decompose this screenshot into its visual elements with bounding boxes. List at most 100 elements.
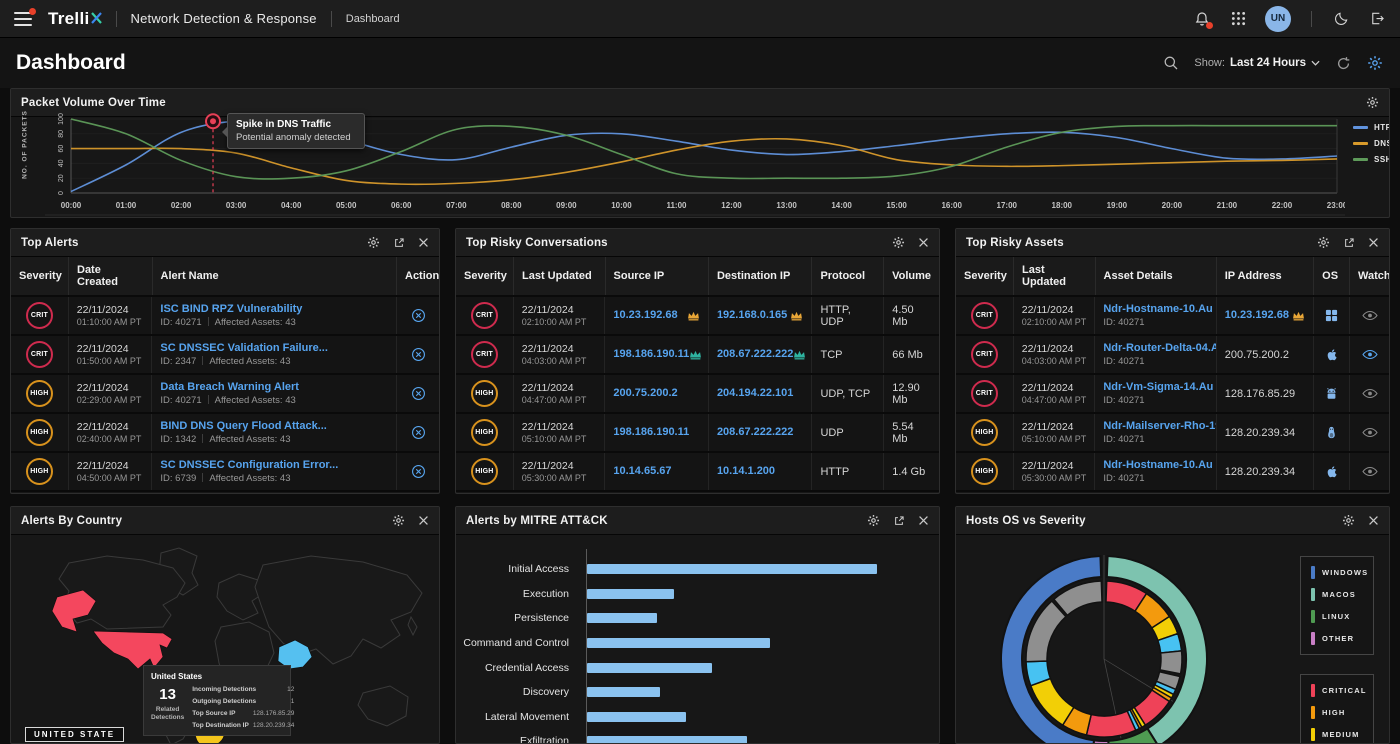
legend-item[interactable]: WINDOWS [1311, 566, 1363, 579]
table-row[interactable]: CRIT 22/11/202404:03:00 AM PT 198.186.19… [456, 336, 939, 375]
settings-icon[interactable] [1366, 96, 1379, 109]
trellix-logo[interactable]: Trelli [48, 9, 102, 29]
dismiss-alert-icon[interactable] [411, 347, 426, 362]
legend-item[interactable]: HTP [1353, 123, 1390, 132]
mitre-bar[interactable] [587, 564, 877, 574]
alert-name-link[interactable]: SC DNSSEC Validation Failure... [160, 342, 388, 355]
alert-name-link[interactable]: Data Breach Warning Alert [160, 381, 388, 394]
expand-icon[interactable] [893, 515, 905, 527]
table-row[interactable]: HIGH 22/11/202402:29:00 AM PT Data Breac… [11, 375, 439, 414]
legend-item[interactable]: MACOS [1311, 588, 1363, 601]
dismiss-alert-icon[interactable] [411, 308, 426, 323]
table-row[interactable]: HIGH 22/11/202402:40:00 AM PT BIND DNS Q… [11, 414, 439, 453]
notifications-bell-icon[interactable] [1193, 10, 1211, 28]
settings-icon[interactable] [1342, 514, 1355, 527]
legend-item[interactable]: OTHER [1311, 632, 1363, 645]
close-icon[interactable] [1368, 237, 1379, 248]
mitre-bar[interactable] [587, 638, 770, 648]
watch-eye-icon[interactable] [1362, 427, 1378, 438]
asset-name-link[interactable]: Ndr-Hostname-10.Au [1103, 303, 1207, 316]
destination-ip-link[interactable]: 208.67.222.222 [717, 348, 793, 361]
settings-icon[interactable] [867, 514, 880, 527]
close-icon[interactable] [1368, 515, 1379, 526]
table-row[interactable]: HIGH 22/11/202405:30:00 AM PT 10.14.65.6… [456, 453, 939, 492]
search-icon[interactable] [1162, 54, 1180, 72]
mitre-bar[interactable] [587, 663, 712, 673]
asset-name-link[interactable]: Ndr-Mailserver-Rho-19... [1103, 420, 1207, 433]
table-row[interactable]: CRIT 22/11/202404:47:00 AM PT Ndr-Vm-Sig… [956, 375, 1389, 414]
destination-ip-link[interactable]: 10.14.1.200 [717, 465, 804, 478]
table-row[interactable]: CRIT 22/11/202404:03:00 AM PT Ndr-Router… [956, 336, 1389, 375]
dismiss-alert-icon[interactable] [411, 464, 426, 479]
mitre-bar-row[interactable]: Command and Control [456, 631, 939, 656]
refresh-icon[interactable] [1334, 54, 1352, 72]
mitre-bar[interactable] [587, 687, 660, 697]
source-ip-link[interactable]: 10.23.192.68 [613, 309, 677, 322]
settings-icon[interactable] [1317, 236, 1330, 249]
mitre-bar-row[interactable]: Persistence [456, 606, 939, 631]
close-icon[interactable] [418, 515, 429, 526]
mitre-bar-row[interactable]: Initial Access [456, 557, 939, 582]
expand-icon[interactable] [1343, 237, 1355, 249]
mitre-bar[interactable] [587, 712, 686, 722]
table-row[interactable]: CRIT 22/11/202401:50:00 AM PT SC DNSSEC … [11, 336, 439, 375]
table-row[interactable]: CRIT 22/11/202402:10:00 AM PT 10.23.192.… [456, 297, 939, 336]
source-ip-link[interactable]: 200.75.200.2 [613, 387, 700, 400]
source-ip-link[interactable]: 10.14.65.67 [613, 465, 700, 478]
table-row[interactable]: HIGH 22/11/202405:10:00 AM PT 198.186.19… [456, 414, 939, 453]
expand-icon[interactable] [393, 237, 405, 249]
app-grid-icon[interactable] [1229, 10, 1247, 28]
legend-item[interactable]: MEDIUM [1311, 728, 1363, 741]
time-range-dropdown[interactable]: Show: Last 24 Hours [1194, 57, 1320, 69]
watch-eye-icon[interactable] [1362, 466, 1378, 477]
asset-name-link[interactable]: Ndr-Vm-Sigma-14.Au [1103, 381, 1207, 394]
table-row[interactable]: CRIT 22/11/202401:10:00 AM PT ISC BIND R… [11, 297, 439, 336]
close-icon[interactable] [918, 237, 929, 248]
mitre-bar[interactable] [587, 589, 674, 599]
close-icon[interactable] [918, 515, 929, 526]
mitre-bar-row[interactable]: Credential Access [456, 655, 939, 680]
legend-item[interactable]: HIGH [1311, 706, 1363, 719]
legend-item[interactable]: CRITICAL [1311, 684, 1363, 697]
mitre-bar[interactable] [587, 736, 747, 744]
dark-mode-moon-icon[interactable] [1332, 10, 1350, 28]
table-row[interactable]: HIGH 22/11/202405:30:00 AM PT Ndr-Hostna… [956, 453, 1389, 492]
table-row[interactable]: CRIT 22/11/202402:10:00 AM PT Ndr-Hostna… [956, 297, 1389, 336]
mitre-bar-row[interactable]: Lateral Movement [456, 705, 939, 730]
legend-item[interactable]: LINUX [1311, 610, 1363, 623]
mitre-bar-chart[interactable]: Initial AccessExecutionPersistenceComman… [456, 535, 939, 744]
watch-eye-icon[interactable] [1362, 349, 1378, 360]
alert-name-link[interactable]: ISC BIND RPZ Vulnerability [160, 303, 388, 316]
dismiss-alert-icon[interactable] [411, 386, 426, 401]
watch-eye-icon[interactable] [1362, 310, 1378, 321]
user-avatar[interactable]: UN [1265, 6, 1291, 32]
mitre-bar[interactable] [587, 613, 657, 623]
close-icon[interactable] [418, 237, 429, 248]
destination-ip-link[interactable]: 192.168.0.165 [717, 309, 787, 322]
settings-icon[interactable] [892, 236, 905, 249]
settings-icon[interactable] [367, 236, 380, 249]
dismiss-alert-icon[interactable] [411, 425, 426, 440]
table-row[interactable]: HIGH 22/11/202405:10:00 AM PT Ndr-Mailse… [956, 414, 1389, 453]
ip-link[interactable]: 10.23.192.68 [1225, 309, 1289, 322]
breadcrumb[interactable]: Dashboard [346, 13, 400, 25]
mitre-bar-row[interactable]: Exfiltration [456, 729, 939, 744]
destination-ip-link[interactable]: 208.67.222.222 [717, 426, 804, 439]
alert-name-link[interactable]: BIND DNS Query Flood Attack... [160, 420, 388, 433]
sign-out-icon[interactable] [1368, 10, 1386, 28]
asset-name-link[interactable]: Ndr-Hostname-10.Au [1103, 459, 1207, 472]
source-ip-link[interactable]: 198.186.190.11 [613, 348, 689, 361]
menu-button[interactable] [14, 12, 32, 26]
legend-item[interactable]: DNS [1353, 139, 1390, 148]
mitre-bar-row[interactable]: Execution [456, 582, 939, 607]
destination-ip-link[interactable]: 204.194.22.101 [717, 387, 804, 400]
settings-gear-icon[interactable] [1366, 54, 1384, 72]
legend-item[interactable]: SSH [1353, 155, 1390, 164]
source-ip-link[interactable]: 198.186.190.11 [613, 426, 700, 439]
watch-eye-icon[interactable] [1362, 388, 1378, 399]
settings-icon[interactable] [392, 514, 405, 527]
asset-name-link[interactable]: Ndr-Router-Delta-04.A... [1103, 342, 1207, 355]
table-row[interactable]: HIGH 22/11/202404:50:00 AM PT SC DNSSEC … [11, 453, 439, 492]
table-row[interactable]: HIGH 22/11/202404:47:00 AM PT 200.75.200… [456, 375, 939, 414]
mitre-bar-row[interactable]: Discovery [456, 680, 939, 705]
